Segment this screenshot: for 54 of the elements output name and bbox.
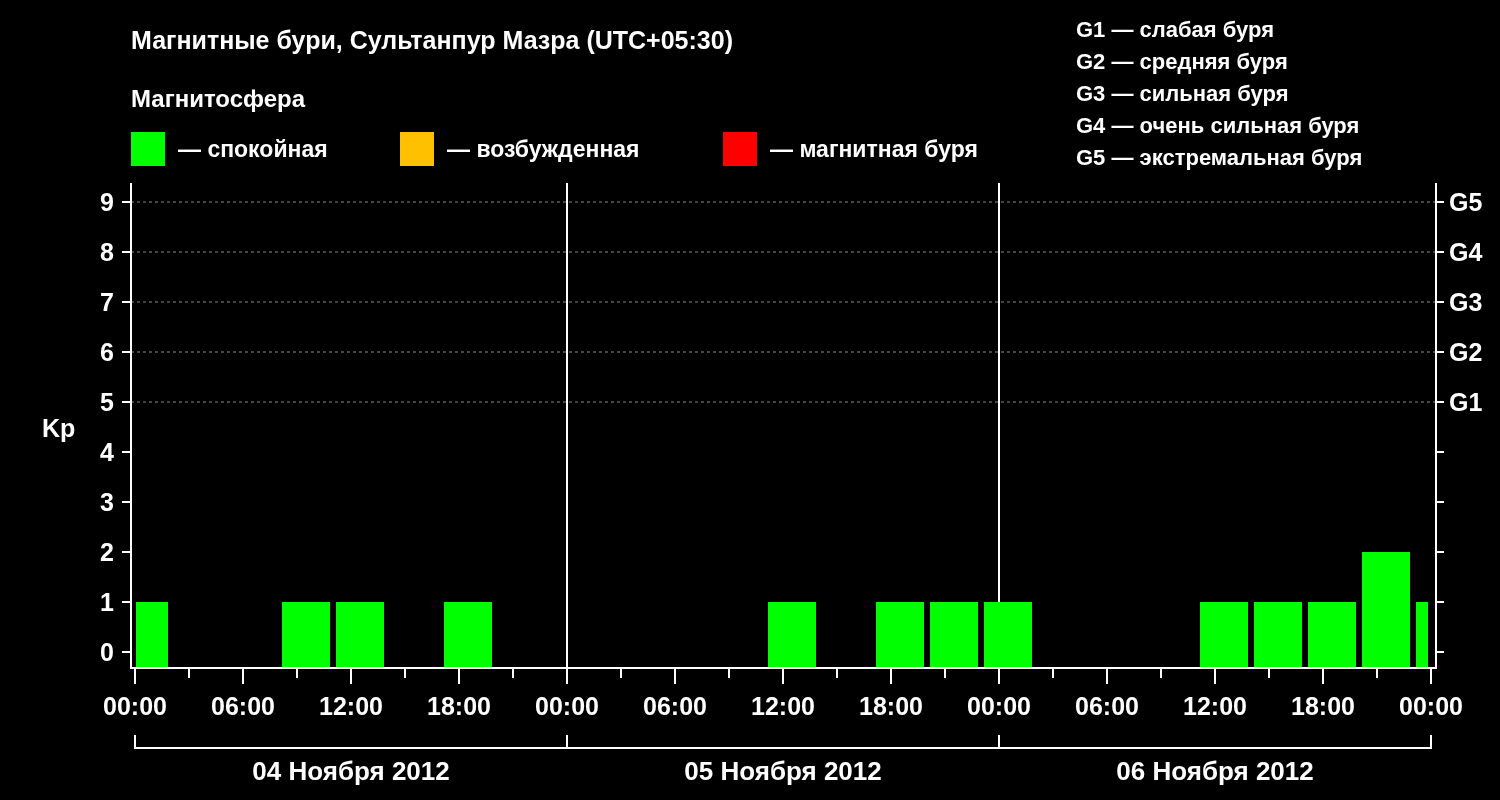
storm-level-label: G1	[1449, 388, 1483, 416]
x-tick-label: 00:00	[967, 692, 1031, 720]
x-tick-label: 12:00	[319, 692, 383, 720]
y-tick-label: 6	[100, 338, 114, 366]
storm-level-label: G3	[1449, 288, 1483, 316]
kp-bar	[282, 602, 330, 668]
date-label: 05 Ноября 2012	[684, 756, 882, 786]
y-tick-label: 3	[100, 488, 114, 516]
storm-scale-entry: G2 — средняя буря	[1076, 48, 1289, 76]
y-tick-label: 9	[100, 188, 114, 216]
x-tick-label: 18:00	[859, 692, 923, 720]
x-tick-label: 00:00	[1399, 692, 1463, 720]
storm-level-label: G5	[1449, 188, 1483, 216]
x-tick-label: 06:00	[1075, 692, 1139, 720]
x-tick-label: 00:00	[103, 692, 167, 720]
y-tick-label: 1	[100, 588, 114, 616]
x-tick-label: 12:00	[1183, 692, 1247, 720]
legend-title: Магнитосфера	[131, 84, 307, 114]
x-tick-label: 18:00	[427, 692, 491, 720]
storm-scale-entry: G1 — слабая буря	[1076, 16, 1276, 44]
chart-title: Магнитные бури, Сультанпур Мазра (UTC+05:30)	[131, 25, 734, 56]
kp-bar	[1200, 602, 1248, 668]
date-label: 04 Ноября 2012	[252, 756, 450, 786]
x-tick-label: 00:00	[535, 692, 599, 720]
legend-label: — спокойная	[178, 135, 328, 163]
x-tick-label: 06:00	[643, 692, 707, 720]
x-tick-label: 12:00	[751, 692, 815, 720]
y-tick-label: 7	[100, 288, 114, 316]
x-tick-label: 06:00	[211, 692, 275, 720]
y-tick-label: 5	[100, 388, 114, 416]
kp-bar	[984, 602, 1032, 668]
kp-bar	[336, 602, 384, 668]
kp-bar	[1254, 602, 1302, 668]
storm-scale-entry: G4 — очень сильная буря	[1076, 112, 1361, 140]
x-tick-label: 18:00	[1291, 692, 1355, 720]
y-tick-label: 0	[100, 638, 114, 666]
storm-scale-entry: G3 — сильная буря	[1076, 80, 1290, 108]
kp-bar	[876, 602, 924, 668]
storm-level-label: G2	[1449, 338, 1483, 366]
kp-bar	[1416, 602, 1428, 668]
legend-label: — возбужденная	[447, 135, 640, 163]
kp-bar	[930, 602, 978, 668]
y-axis-title: Kp	[42, 414, 76, 442]
legend-label: — магнитная буря	[770, 135, 978, 163]
storm-scale-entry: G5 — экстремальная буря	[1076, 144, 1364, 172]
y-tick-label: 8	[100, 238, 114, 266]
y-tick-label: 4	[100, 438, 114, 466]
kp-bar	[444, 602, 492, 668]
kp-bar	[768, 602, 816, 668]
date-label: 06 Ноября 2012	[1116, 756, 1314, 786]
kp-bar	[1308, 602, 1356, 668]
storm-level-label: G4	[1449, 238, 1483, 266]
y-tick-label: 2	[100, 538, 114, 566]
kp-bar	[136, 602, 168, 668]
